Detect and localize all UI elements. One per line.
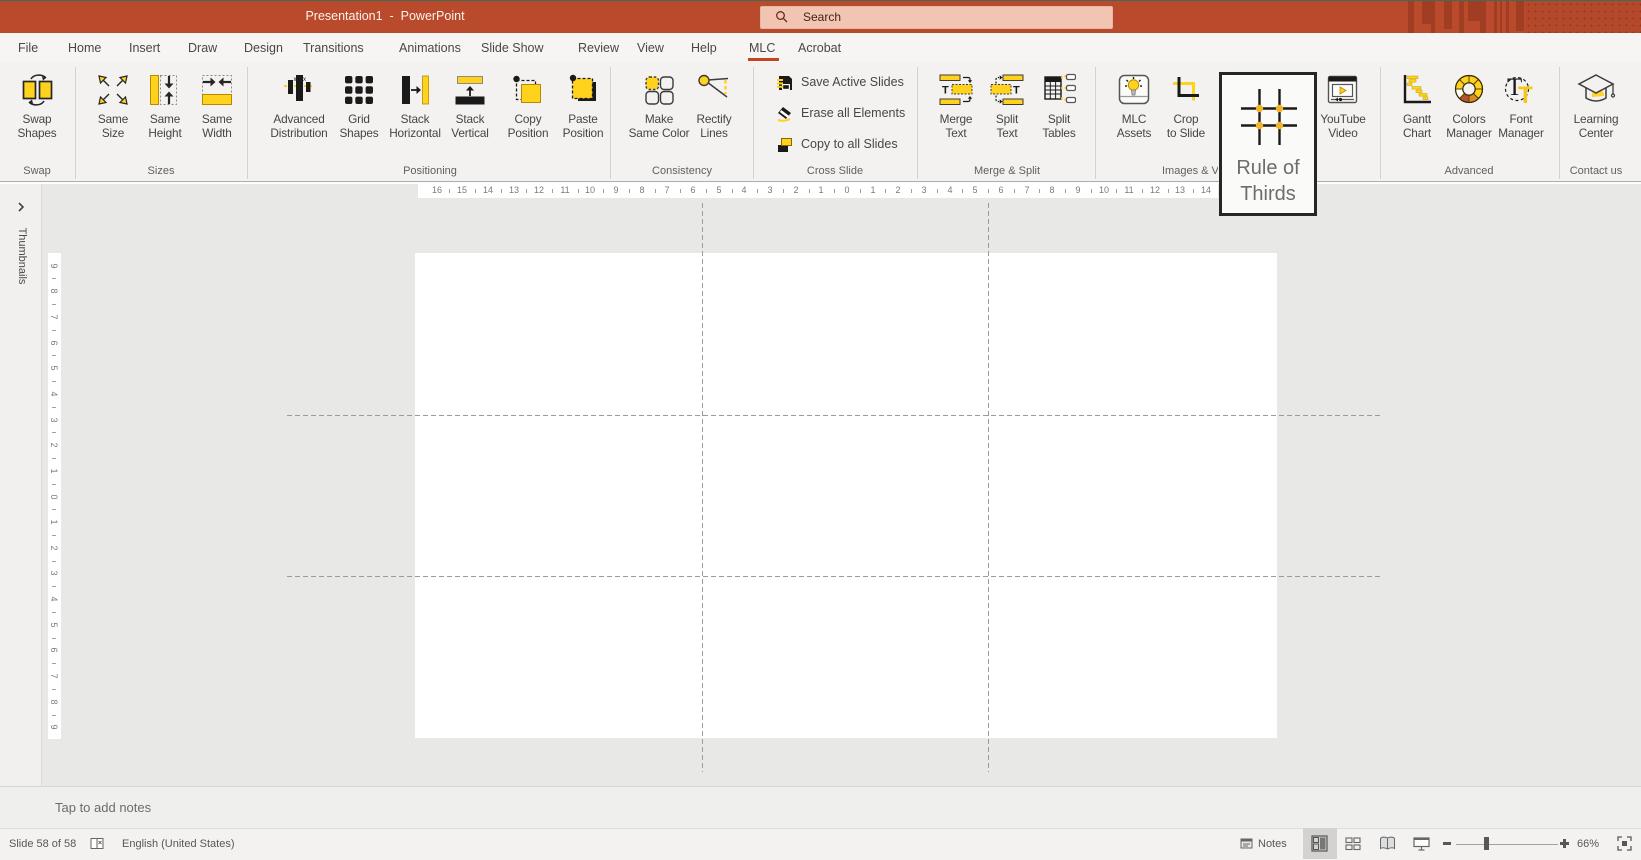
svg-text:x: x (294, 77, 297, 83)
svg-text:T: T (1518, 82, 1533, 107)
svg-text:T: T (1013, 85, 1020, 97)
svg-text:x: x (303, 77, 306, 83)
svg-text:T: T (942, 85, 949, 97)
